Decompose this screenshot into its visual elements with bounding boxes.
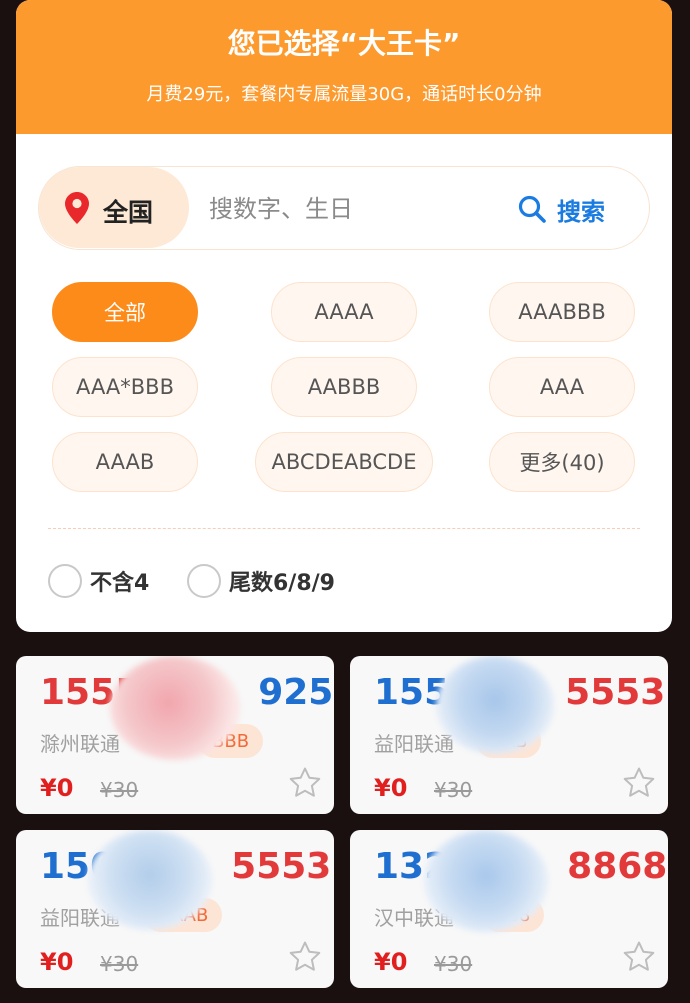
- search-icon: [518, 195, 546, 223]
- price: ¥0: [374, 774, 408, 802]
- number-suffix: 5553: [565, 672, 666, 713]
- tail-digits-radio[interactable]: [187, 564, 221, 598]
- tag-aaaa[interactable]: AAAA: [271, 282, 417, 342]
- number-card[interactable]: 1328868 汉中联通 688 ¥0 ¥30: [350, 830, 668, 988]
- search-bar: 全国 搜索: [38, 166, 650, 250]
- tag-aaabbb[interactable]: AAABBB: [489, 282, 635, 342]
- price: ¥0: [40, 948, 74, 976]
- original-price: ¥30: [100, 952, 139, 976]
- number-card[interactable]: 1505553 益阳联通 AAAB ¥0 ¥30: [16, 830, 334, 988]
- number-picker-panel: 您已选择“大王卡” 月费29元，套餐内专属流量30G，通话时长0分钟 全国 搜索…: [16, 0, 672, 632]
- number-suffix: 925: [258, 672, 334, 713]
- package-banner: 您已选择“大王卡” 月费29元，套餐内专属流量30G，通话时长0分钟: [16, 0, 672, 134]
- tag-aabbb[interactable]: AABBB: [271, 357, 417, 417]
- tail-digits-label: 尾数6/8/9: [229, 571, 335, 596]
- privacy-blur: [436, 656, 554, 754]
- region-selector[interactable]: 全国: [39, 167, 189, 248]
- privacy-blur: [424, 830, 548, 932]
- exclude-four-radio[interactable]: [48, 564, 82, 598]
- tag-aaab[interactable]: AAAB: [52, 432, 198, 492]
- star-outline-icon[interactable]: [288, 940, 322, 974]
- search-button[interactable]: 搜索: [517, 189, 605, 229]
- search-input[interactable]: [209, 191, 509, 227]
- dashed-divider: [48, 528, 640, 529]
- filter-tail-digits[interactable]: 尾数6/8/9: [187, 564, 335, 598]
- number-card[interactable]: 1555 925 滁州联通 BBB ¥0 ¥30: [16, 656, 334, 814]
- carrier-label: 滁州联通: [40, 732, 120, 756]
- filter-exclude-four[interactable]: 不含4: [48, 564, 149, 598]
- number-card[interactable]: 1555553 益阳联通 AAB ¥0 ¥30: [350, 656, 668, 814]
- star-outline-icon[interactable]: [622, 766, 656, 800]
- exclude-four-label: 不含4: [90, 571, 150, 596]
- tag-all[interactable]: 全部: [52, 282, 198, 342]
- tag-abcdeabcde[interactable]: ABCDEABCDE: [255, 432, 433, 492]
- number-suffix: 8868: [567, 846, 668, 887]
- original-price: ¥30: [100, 778, 139, 802]
- banner-title: 您已选择“大王卡”: [227, 27, 461, 60]
- tag-aaa-star-bbb[interactable]: AAA*BBB: [52, 357, 198, 417]
- privacy-blur: [110, 656, 240, 760]
- privacy-blur: [88, 830, 212, 930]
- tag-more[interactable]: 更多(40): [489, 432, 635, 492]
- original-price: ¥30: [434, 778, 473, 802]
- tag-aaa[interactable]: AAA: [489, 357, 635, 417]
- search-button-label: 搜索: [557, 197, 605, 226]
- price: ¥0: [40, 774, 74, 802]
- price: ¥0: [374, 948, 408, 976]
- star-outline-icon[interactable]: [288, 766, 322, 800]
- original-price: ¥30: [434, 952, 473, 976]
- map-pin-icon: [65, 192, 89, 224]
- banner-subtitle: 月费29元，套餐内专属流量30G，通话时长0分钟: [146, 84, 542, 105]
- star-outline-icon[interactable]: [622, 940, 656, 974]
- number-suffix: 5553: [231, 846, 332, 887]
- carrier-label: 益阳联通: [374, 732, 454, 756]
- region-label: 全国: [103, 198, 154, 227]
